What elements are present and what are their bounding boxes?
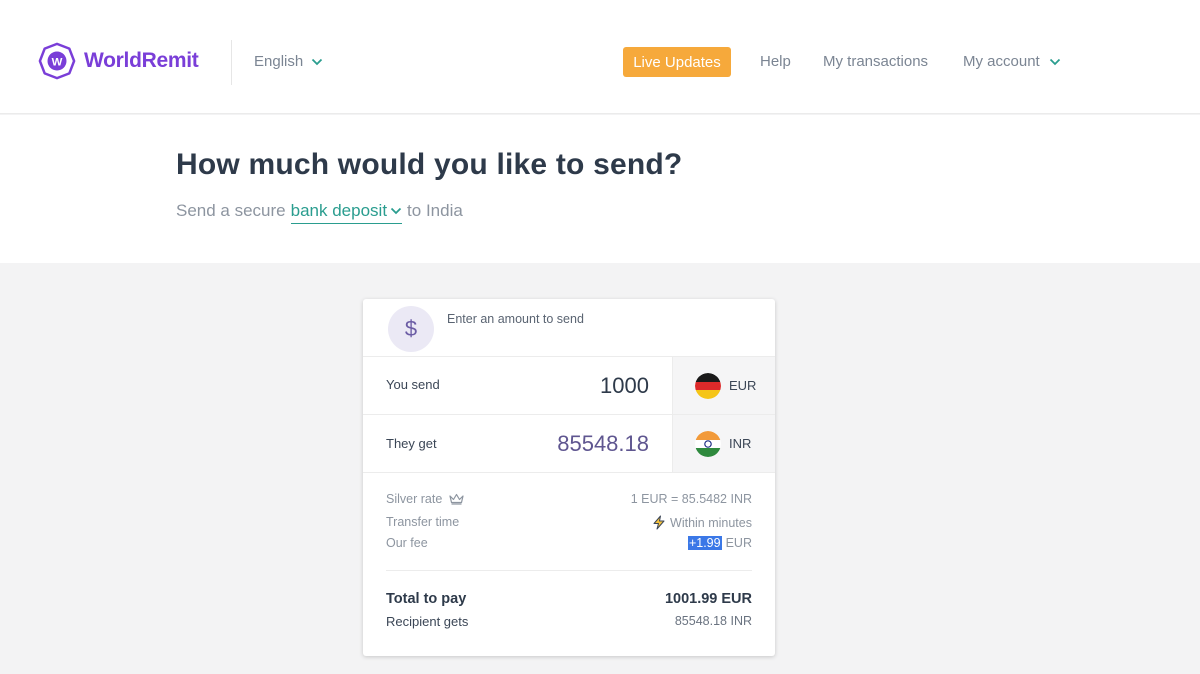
send-currency-code: EUR — [729, 378, 757, 393]
fee-label: Our fee — [386, 536, 428, 550]
fee-row: Our fee +1.99 EUR — [386, 533, 752, 555]
subtitle-prefix: Send a secure — [176, 201, 286, 220]
recipient-gets-label: Recipient gets — [386, 614, 469, 629]
fee-amount: +1.99 — [687, 536, 722, 550]
calculator-header: $ Enter an amount to send — [363, 299, 775, 357]
send-amount-input[interactable]: 1000 — [600, 373, 649, 399]
chevron-down-icon — [1049, 58, 1060, 65]
crown-icon — [449, 493, 464, 505]
language-selector[interactable]: English — [254, 53, 323, 70]
brand-name: WorldRemit — [84, 49, 199, 72]
transfer-time-row: Transfer time Within minutes — [386, 512, 752, 534]
germany-flag-icon — [695, 372, 721, 399]
receive-currency-code: INR — [729, 436, 752, 451]
subtitle: Send a secure bank deposit to India — [176, 201, 463, 224]
silver-rate-label: Silver rate — [386, 492, 443, 506]
exchange-rate-value: 1 EUR = 85.5482 INR — [630, 492, 752, 506]
chevron-down-icon — [312, 58, 323, 65]
receive-currency-selector[interactable]: INR — [672, 415, 775, 472]
delivery-method-label: bank deposit — [290, 201, 388, 220]
top-navbar: W WorldRemit English Live Updates Help M… — [0, 0, 1200, 114]
transfer-time-label: Transfer time — [386, 515, 460, 529]
recipient-gets-value: 85548.18 INR — [674, 614, 752, 628]
send-currency-selector[interactable]: EUR — [672, 357, 775, 414]
page-title: How much would you like to send? — [176, 148, 683, 181]
hero-section: How much would you like to send? Send a … — [0, 115, 1200, 263]
total-to-pay-label: Total to pay — [386, 591, 467, 607]
rate-details: Silver rate 1 EUR = 85.5482 INR Transfer… — [386, 489, 752, 555]
receive-amount-input[interactable]: 85548.18 — [557, 431, 649, 457]
you-send-row: You send 1000 EUR — [363, 357, 775, 415]
language-label: English — [254, 53, 304, 70]
subtitle-suffix: to India — [407, 201, 463, 220]
live-updates-button[interactable]: Live Updates — [623, 47, 731, 77]
delivery-method-dropdown[interactable]: bank deposit — [290, 201, 403, 224]
my-account-label: My account — [963, 53, 1040, 70]
chevron-down-icon — [390, 207, 402, 215]
they-get-row: They get 85548.18 INR — [363, 415, 775, 473]
lightning-icon — [653, 515, 665, 530]
my-account-menu[interactable]: My account — [963, 53, 1061, 70]
send-calculator-card: $ Enter an amount to send You send 1000 … — [363, 299, 775, 656]
you-send-label: You send — [386, 377, 440, 392]
my-transactions-link[interactable]: My transactions — [823, 53, 928, 70]
totals-divider — [386, 570, 752, 571]
fee-currency: EUR — [725, 536, 752, 550]
total-to-pay-value: 1001.99 EUR — [664, 591, 752, 607]
silver-rate-row: Silver rate 1 EUR = 85.5482 INR — [386, 489, 752, 511]
nav-divider — [231, 40, 232, 85]
calculator-instruction: Enter an amount to send — [447, 312, 584, 326]
they-get-label: They get — [386, 436, 437, 451]
dollar-icon: $ — [388, 306, 434, 352]
help-link[interactable]: Help — [760, 53, 791, 70]
svg-text:W: W — [52, 56, 63, 68]
transfer-time-value: Within minutes — [670, 515, 752, 530]
worldremit-logo-icon: W — [38, 42, 76, 80]
india-flag-icon — [695, 430, 721, 457]
brand-logo[interactable]: W WorldRemit — [38, 42, 199, 80]
